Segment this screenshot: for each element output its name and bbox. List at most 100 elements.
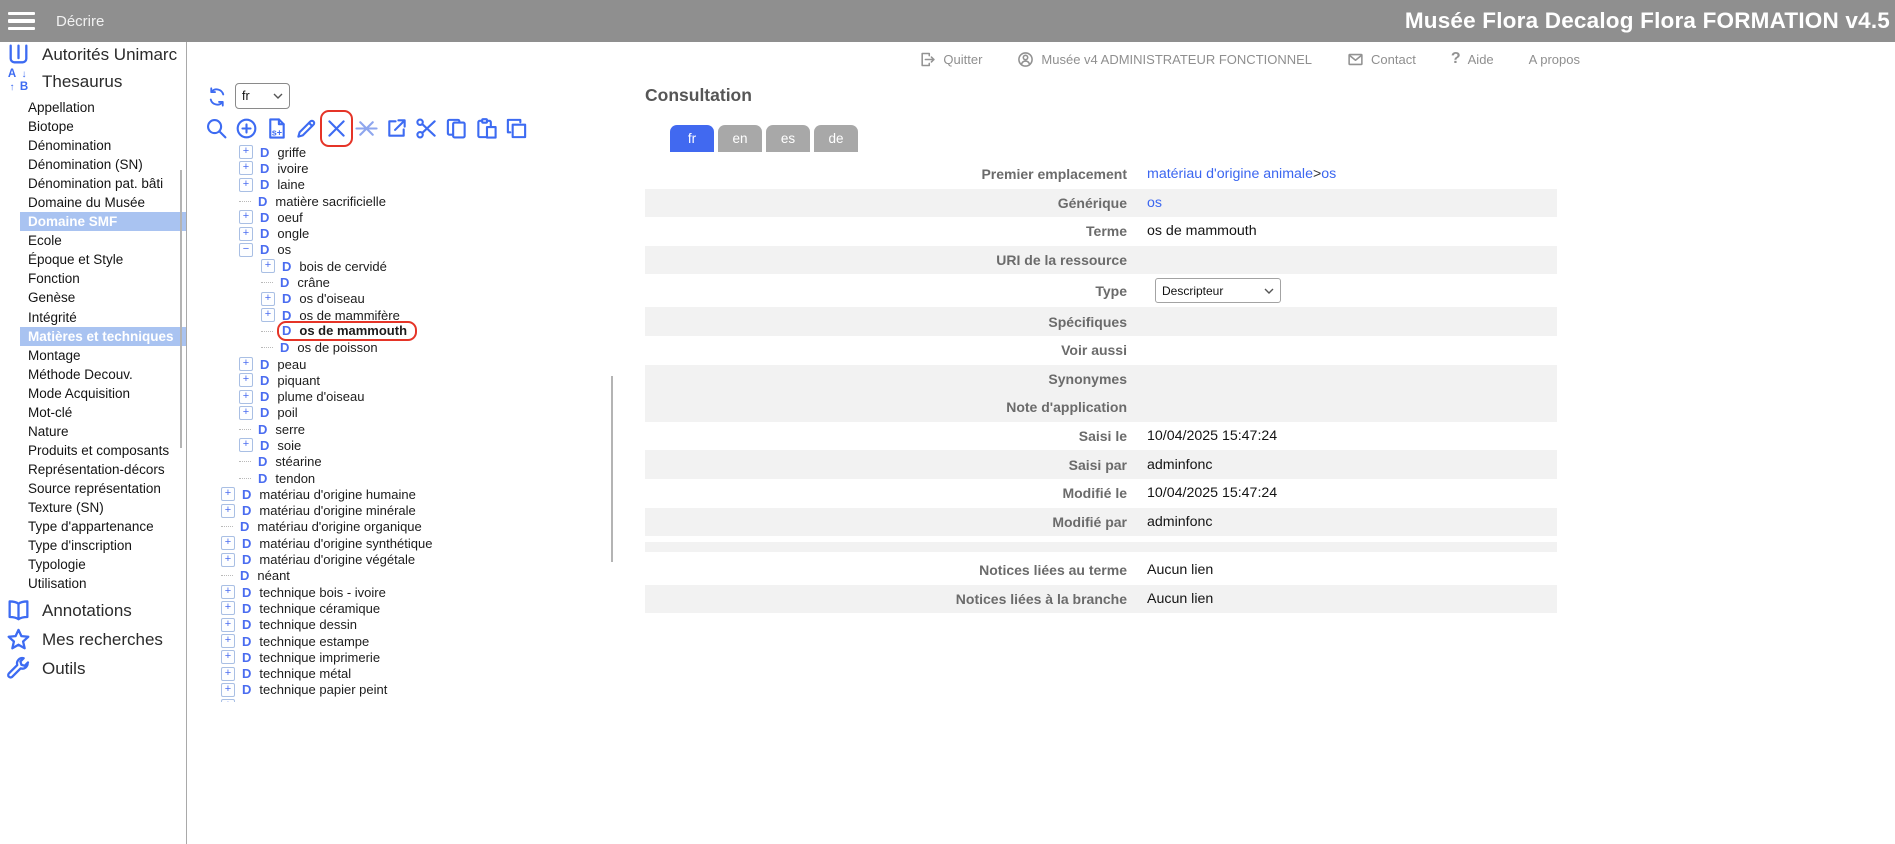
expand-toggle-icon[interactable]: +	[239, 357, 253, 371]
search-icon[interactable]	[205, 117, 228, 140]
sidebar-item[interactable]: Texture (SN)	[0, 498, 186, 517]
tree-item[interactable]: +Dgriffe	[187, 144, 607, 160]
open-window-icon[interactable]	[385, 117, 408, 140]
hamburger-icon[interactable]	[8, 8, 35, 34]
tab-lang-en[interactable]: en	[718, 125, 762, 152]
expand-toggle-icon[interactable]: +	[239, 178, 253, 192]
delete-branch-icon[interactable]	[355, 117, 378, 140]
tree-item[interactable]: +Dtechnique bois - ivoire	[187, 584, 607, 600]
sidebar-section-thesaurus[interactable]: A↓↑B Thesaurus	[6, 69, 122, 94]
expand-toggle-icon[interactable]: +	[221, 683, 235, 697]
expand-toggle-icon[interactable]: +	[239, 406, 253, 420]
cut-icon[interactable]	[415, 117, 438, 140]
term-link[interactable]: os	[1147, 195, 1162, 211]
sidebar-item[interactable]: Type d'appartenance	[0, 517, 186, 536]
term-link[interactable]: os	[1321, 166, 1336, 182]
sidebar-section-outils[interactable]: Outils	[6, 656, 85, 681]
sidebar-item[interactable]: Nature	[0, 422, 186, 441]
tree-item[interactable]: +Dpeau	[187, 356, 607, 372]
sidebar-item[interactable]: Dénomination (SN)	[0, 155, 186, 174]
tree-item[interactable]: +Divoire	[187, 160, 607, 176]
sidebar-item[interactable]: Montage	[0, 346, 186, 365]
copy-icon[interactable]	[445, 117, 468, 140]
expand-toggle-icon[interactable]: +	[261, 259, 275, 273]
sidebar-item[interactable]: Appellation	[0, 98, 186, 117]
expand-toggle-icon[interactable]: +	[221, 553, 235, 567]
tab-lang-fr[interactable]: fr	[670, 125, 714, 152]
expand-toggle-icon[interactable]: +	[221, 585, 235, 599]
sidebar-item[interactable]: Méthode Decouv.	[0, 365, 186, 384]
sidebar-item[interactable]: Produits et composants	[0, 441, 186, 460]
sidebar-item[interactable]: Mode Acquisition	[0, 384, 186, 403]
tree-item[interactable]: +Dtechnique papier peint	[187, 682, 607, 698]
expand-toggle-icon[interactable]: +	[221, 667, 235, 681]
expand-toggle-icon[interactable]: +	[239, 161, 253, 175]
tree-item[interactable]: +Dmatériau d'origine humaine	[187, 486, 607, 502]
tree-item[interactable]: Dmatière sacrificielle	[187, 193, 607, 209]
tree-item[interactable]: +Dmatériau d'origine végétale	[187, 551, 607, 567]
sidebar-item[interactable]: Utilisation	[0, 574, 186, 593]
tree-item[interactable]: +Dongle	[187, 225, 607, 241]
expand-toggle-icon[interactable]: +	[261, 292, 275, 306]
expand-toggle-icon[interactable]: +	[221, 634, 235, 648]
lang-select[interactable]: fr	[235, 83, 290, 109]
sidebar-item[interactable]: Source représentation	[0, 479, 186, 498]
tab-lang-de[interactable]: de	[814, 125, 858, 152]
expand-toggle-icon[interactable]: −	[239, 243, 253, 257]
tree-item[interactable]: +Dtechnique imprimerie	[187, 649, 607, 665]
sidebar-item[interactable]: Représentation-décors	[0, 460, 186, 479]
term-link[interactable]: matériau d'origine animale	[1147, 166, 1313, 182]
sidebar-item[interactable]: Dénomination pat. bâti	[0, 174, 186, 193]
tree-item[interactable]: +Doeuf	[187, 209, 607, 225]
tree-item[interactable]: +Dplume d'oiseau	[187, 388, 607, 404]
sidebar-item[interactable]: Domaine du Musée	[0, 193, 186, 212]
expand-toggle-icon[interactable]: +	[221, 601, 235, 615]
sidebar-item[interactable]: Intégrité	[0, 308, 186, 327]
expand-toggle-icon[interactable]: +	[221, 699, 235, 702]
tree-item[interactable]: +Dmatériau d'origine synthétique	[187, 535, 607, 551]
delete-icon[interactable]	[325, 117, 348, 140]
expand-toggle-icon[interactable]: +	[239, 438, 253, 452]
sidebar-item[interactable]: Époque et Style	[0, 250, 186, 269]
tree-item[interactable]: +Dmatériau d'origine minérale	[187, 503, 607, 519]
sidebar-item[interactable]: Type d'inscription	[0, 536, 186, 555]
tree-item[interactable]: Dstéarine	[187, 454, 607, 470]
tree-item[interactable]: +Dos d'oiseau	[187, 291, 607, 307]
tree-item[interactable]: Dtendon	[187, 470, 607, 486]
tree-item[interactable]: +Dtechnique estampe	[187, 633, 607, 649]
expand-toggle-icon[interactable]: +	[239, 145, 253, 159]
sidebar-item[interactable]: Dénomination	[0, 136, 186, 155]
tree-item[interactable]: −Dos	[187, 242, 607, 258]
tree-scrollbar[interactable]	[611, 376, 613, 562]
sidebar-item[interactable]: Biotope	[0, 117, 186, 136]
tree-item[interactable]: Dos de mammouth	[187, 323, 607, 339]
sidebar-section-mes-recherches[interactable]: Mes recherches	[6, 627, 163, 652]
expand-toggle-icon[interactable]: +	[221, 650, 235, 664]
tree-item[interactable]: +D	[187, 698, 607, 702]
sidebar-item[interactable]: Fonction	[0, 269, 186, 288]
sidebar-item[interactable]: Typologie	[0, 555, 186, 574]
sidebar-item[interactable]: Mot-clé	[0, 403, 186, 422]
expand-toggle-icon[interactable]: +	[221, 504, 235, 518]
tree-item[interactable]: +Dtechnique dessin	[187, 617, 607, 633]
edit-icon[interactable]	[295, 117, 318, 140]
tree-item[interactable]: +Dbois de cervidé	[187, 258, 607, 274]
expand-toggle-icon[interactable]: +	[239, 373, 253, 387]
sidebar-section-unimarc[interactable]: Autorités Unimarc	[6, 42, 177, 67]
tree-item[interactable]: +Dpiquant	[187, 372, 607, 388]
sidebar-item[interactable]: Domaine SMF	[20, 212, 186, 231]
tree-item[interactable]: +Dtechnique métal	[187, 666, 607, 682]
sidebar-item[interactable]: Matières et techniques	[20, 327, 186, 346]
expand-toggle-icon[interactable]: +	[221, 618, 235, 632]
tree-item[interactable]: +Dtechnique céramique	[187, 600, 607, 616]
refresh-icon[interactable]	[207, 87, 227, 107]
sidebar-scrollbar[interactable]	[180, 170, 182, 448]
tree-item[interactable]: Dos de poisson	[187, 340, 607, 356]
tree-item[interactable]: +Dpoil	[187, 405, 607, 421]
tree-item[interactable]: Dserre	[187, 421, 607, 437]
tree-item[interactable]: +Dlaine	[187, 177, 607, 193]
expand-toggle-icon[interactable]: +	[239, 210, 253, 224]
tab-lang-es[interactable]: es	[766, 125, 810, 152]
tree-item[interactable]: Dcrâne	[187, 274, 607, 290]
tree-item[interactable]: +Dsoie	[187, 437, 607, 453]
